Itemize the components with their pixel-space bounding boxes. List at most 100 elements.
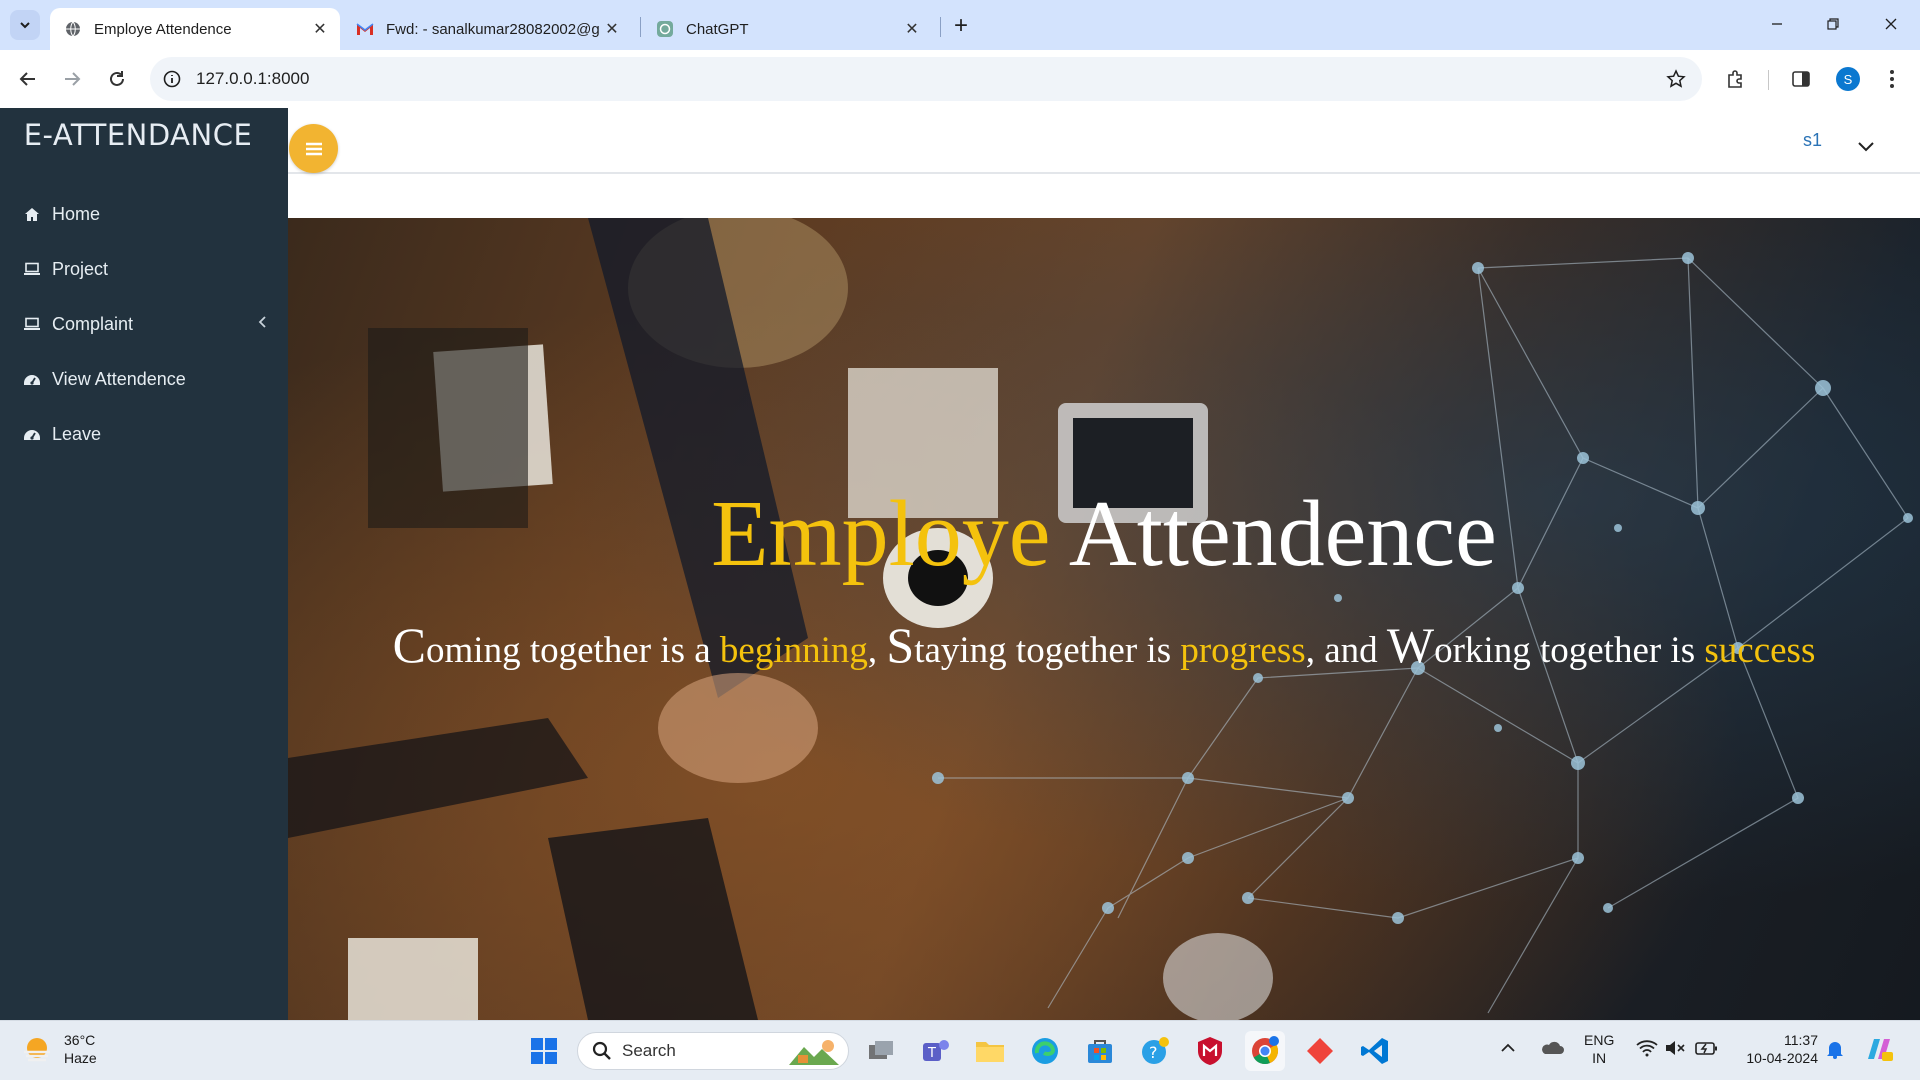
dashboard-icon	[22, 369, 42, 389]
chevron-left-icon[interactable]	[258, 315, 268, 333]
teams-app[interactable]: T	[916, 1031, 956, 1071]
tab-title: ChatGPT	[686, 20, 749, 38]
hero-sub-text: oming together is a	[426, 630, 720, 671]
close-tab-icon[interactable]: ✕	[900, 17, 924, 41]
volume-muted-icon[interactable]	[1664, 1039, 1686, 1061]
gmail-icon	[356, 20, 374, 38]
shield-icon	[1198, 1037, 1222, 1065]
sidebar-toggle-button[interactable]	[289, 124, 338, 173]
svg-text:T: T	[927, 1046, 936, 1061]
globe-icon	[64, 20, 82, 38]
side-panel-button[interactable]	[1786, 64, 1816, 94]
file-explorer-app[interactable]	[970, 1031, 1010, 1071]
task-view-app[interactable]	[861, 1031, 901, 1071]
close-tab-icon[interactable]: ✕	[308, 17, 332, 41]
laptop-icon	[22, 314, 42, 334]
sidebar-item-project[interactable]: Project	[22, 254, 108, 284]
tab-gmail[interactable]: Fwd: - sanalkumar28082002@g ✕	[342, 8, 632, 50]
sidebar-item-label: Leave	[52, 423, 102, 444]
mcafee-app[interactable]	[1190, 1031, 1230, 1071]
store-icon	[1088, 1040, 1112, 1063]
sidebar-item-home[interactable]: Home	[22, 199, 100, 229]
brand-title: E-ATTENDANCE	[23, 118, 253, 152]
restore-button[interactable]	[1808, 8, 1858, 40]
minimize-button[interactable]	[1752, 8, 1802, 40]
hero-sub-progress: progress	[1180, 630, 1306, 671]
tab-title: Fwd: - sanalkumar28082002@g	[386, 20, 600, 38]
tab-chatgpt[interactable]: ChatGPT ✕	[642, 8, 932, 50]
search-icon	[592, 1041, 611, 1060]
sidebar-item-label: Complaint	[52, 313, 134, 334]
toolbar-divider	[1768, 70, 1769, 90]
browser-tabstrip: Employe Attendence ✕ Fwd: - sanalkumar28…	[0, 0, 1920, 50]
tab-title: Employe Attendence	[94, 20, 232, 38]
close-tab-icon[interactable]: ✕	[600, 17, 624, 41]
chevron-down-icon	[1858, 142, 1874, 152]
hero-sub-text: taying together is	[914, 630, 1181, 671]
puzzle-icon	[1728, 70, 1742, 88]
sidebar-item-leave[interactable]: Leave	[22, 419, 101, 449]
store-app[interactable]	[1080, 1031, 1120, 1071]
hero-title-rest: Attendence	[1068, 482, 1497, 586]
search-highlight-icon	[789, 1040, 839, 1065]
show-hidden-icons[interactable]	[1500, 1039, 1516, 1057]
taskbar-search-label: Search	[622, 1041, 676, 1060]
browser-toolbar: 127.0.0.1:8000 S	[0, 50, 1920, 108]
language-bottom: IN	[1592, 1050, 1607, 1066]
profile-avatar[interactable]: S	[1836, 67, 1860, 91]
hero-sub-cap-c: C	[392, 617, 427, 673]
site-info-icon[interactable]	[160, 67, 184, 91]
haze-sun-icon	[24, 1038, 50, 1062]
sidebar-item-complaint[interactable]: Complaint	[22, 309, 266, 339]
weather-temperature: 36°C	[64, 1032, 96, 1048]
vscode-app[interactable]	[1355, 1031, 1395, 1071]
user-menu-name[interactable]: s1	[1803, 130, 1822, 151]
extensions-button[interactable]	[1721, 64, 1751, 94]
language-indicator[interactable]: ENG IN	[1584, 1031, 1614, 1067]
forward-button[interactable]	[57, 64, 87, 94]
chrome-app[interactable]	[1245, 1031, 1285, 1071]
tab-employe-attendence[interactable]: Employe Attendence ✕	[50, 8, 340, 50]
bookmark-star-icon[interactable]	[1664, 67, 1688, 91]
browser-menu-button[interactable]	[1877, 64, 1907, 94]
battery-icon[interactable]	[1694, 1039, 1718, 1061]
notification-bell-icon[interactable]	[1826, 1039, 1844, 1063]
language-top: ENG	[1584, 1032, 1615, 1048]
clock-time: 11:37	[1784, 1032, 1818, 1048]
new-tab-button[interactable]: +	[947, 12, 975, 40]
sidebar-item-label: Home	[52, 203, 101, 224]
onedrive-icon[interactable]	[1540, 1041, 1564, 1059]
taskbar-search[interactable]: Search	[577, 1032, 849, 1070]
address-bar[interactable]: 127.0.0.1:8000	[150, 57, 1702, 101]
hero-title: Employe Attendence	[288, 480, 1920, 588]
edge-app[interactable]	[1025, 1031, 1065, 1071]
svg-text:?: ?	[1149, 1043, 1158, 1062]
tab-search-button[interactable]	[10, 10, 40, 40]
weather-widget[interactable]: 36°C Haze	[20, 1031, 97, 1067]
folder-icon	[976, 1042, 1004, 1062]
wifi-icon[interactable]	[1636, 1039, 1658, 1061]
user-dropdown-toggle[interactable]	[1855, 136, 1877, 158]
tab-separator	[940, 17, 941, 37]
sidebar: E-ATTENDANCE Home Project Complaint View…	[0, 108, 288, 1020]
back-button[interactable]	[13, 64, 43, 94]
anydesk-app[interactable]	[1300, 1031, 1340, 1071]
clock[interactable]: 11:37 10-04-2024	[1738, 1031, 1818, 1067]
chevron-down-icon	[20, 22, 30, 29]
chevron-up-icon	[1501, 1043, 1515, 1052]
tab-separator	[640, 17, 641, 37]
help-app[interactable]: ?	[1135, 1031, 1175, 1071]
hamburger-icon	[305, 142, 322, 155]
reload-button[interactable]	[102, 64, 132, 94]
sidebar-item-label: View Attendence	[52, 368, 186, 389]
sidebar-item-view-attendence[interactable]: View Attendence	[22, 364, 186, 394]
hero-sub-success: success	[1704, 630, 1816, 671]
kebab-menu-icon	[1890, 70, 1894, 88]
home-icon	[22, 204, 42, 224]
edge-icon	[1032, 1038, 1058, 1064]
start-button[interactable]	[524, 1031, 564, 1071]
close-window-button[interactable]	[1866, 8, 1916, 40]
copilot-icon[interactable]	[1864, 1035, 1894, 1067]
hero-sub-beginning: beginning	[719, 630, 868, 671]
weather-description: Haze	[64, 1050, 97, 1066]
